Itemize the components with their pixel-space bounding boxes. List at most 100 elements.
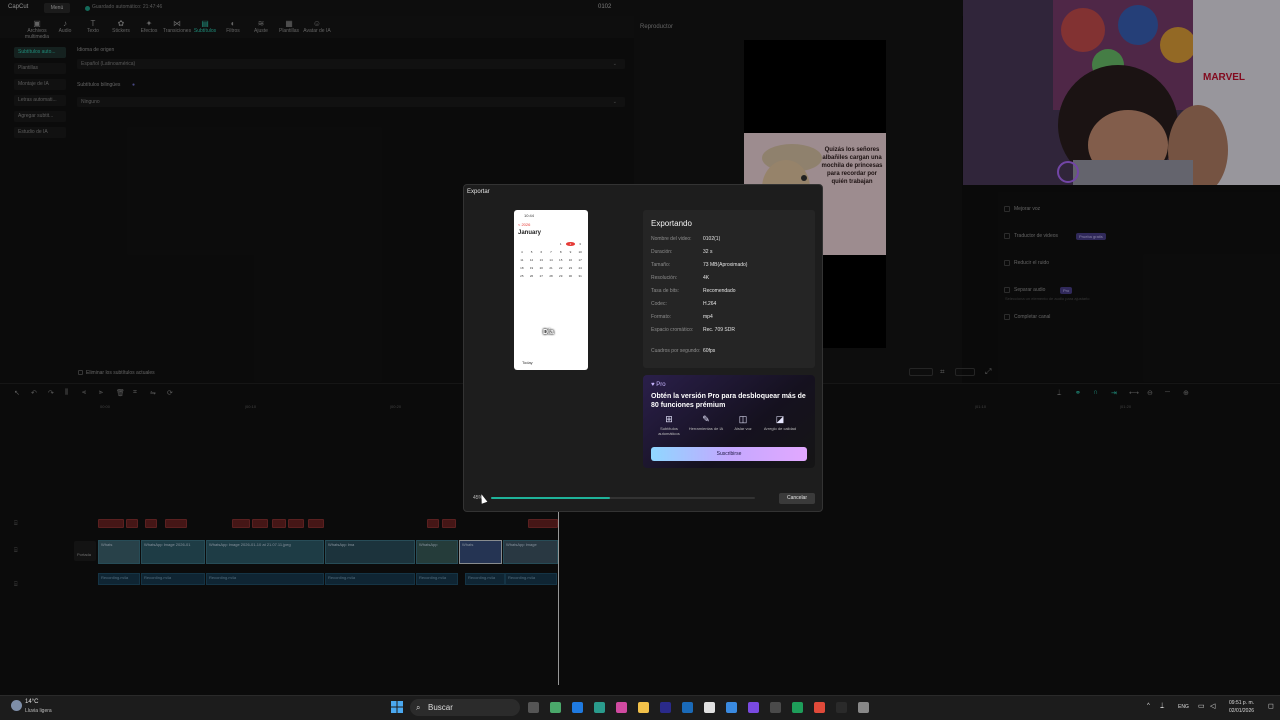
- export-detail-key: Nombre del video:: [651, 236, 692, 242]
- calendar-day: 5: [530, 250, 533, 254]
- store-icon[interactable]: [594, 702, 605, 713]
- export-detail-value: mp4: [703, 314, 713, 320]
- pro-feature-label: Aislar voz: [734, 426, 752, 431]
- export-detail-key: Tamaño:: [651, 262, 671, 268]
- calendar-day: 15: [559, 258, 563, 262]
- export-progress-fill: [491, 497, 610, 499]
- ai-tools-icon: ✎: [702, 414, 710, 424]
- network-icon[interactable]: ▭: [1198, 702, 1205, 710]
- export-detail-value: H.264: [703, 301, 717, 307]
- calendar-day: 17: [578, 258, 582, 262]
- discord-icon[interactable]: [748, 702, 759, 713]
- calendar-day: 2: [565, 242, 576, 246]
- export-detail-key: Resolución:: [651, 275, 678, 281]
- export-detail-value: 60fps: [703, 348, 716, 354]
- calendar-day: 14: [549, 258, 553, 262]
- preview-caption: Día: [543, 329, 554, 336]
- pro-headline: Obtén la versión Pro para desbloquear má…: [651, 393, 806, 410]
- pro-feature: ⊞ Subtítulos automáticos: [650, 414, 688, 436]
- diamond-icon: ♥: [651, 382, 655, 388]
- weather-icon[interactable]: [11, 700, 22, 711]
- capcut-icon[interactable]: [704, 702, 715, 713]
- export-dialog-title: Exportar: [467, 189, 490, 195]
- export-detail-value: 0102(1): [703, 236, 721, 242]
- edge-icon[interactable]: [572, 702, 583, 713]
- export-detail-value: Rec. 709 SDR: [703, 327, 735, 333]
- calendar-day: [546, 242, 556, 246]
- steam-icon[interactable]: [682, 702, 693, 713]
- pro-feature: ✎ Herramientas de IA: [687, 414, 725, 431]
- export-detail-key: Tasa de bits:: [651, 288, 680, 294]
- calendar-day: 7: [550, 250, 552, 254]
- export-detail-value: Recomendado: [703, 288, 736, 294]
- weather-temperature[interactable]: 14°C: [25, 699, 38, 705]
- calendar-day: 20: [539, 266, 543, 270]
- calendar-day: 16: [568, 258, 573, 262]
- calendar-day: 12: [529, 258, 534, 262]
- notification-icon[interactable]: ◻: [1268, 702, 1274, 710]
- calendar-day: 22: [559, 266, 563, 270]
- copilot-icon[interactable]: [550, 702, 561, 713]
- calendar-day: 23: [568, 266, 573, 270]
- export-detail-key: Espacio cromático:: [651, 327, 694, 333]
- export-detail-value: 32 s: [703, 249, 713, 255]
- export-detail-value: 4K: [703, 275, 710, 281]
- calendar-day: 31: [578, 274, 582, 278]
- explorer-icon[interactable]: [638, 702, 649, 713]
- windows-start-icon[interactable]: [391, 701, 403, 713]
- search-placeholder: Buscar: [428, 703, 453, 712]
- settings-icon[interactable]: [770, 702, 781, 713]
- calendar-day: 28: [549, 274, 553, 278]
- widget-icon[interactable]: [616, 702, 627, 713]
- taskbar-search[interactable]: ⌕ Buscar: [410, 699, 520, 716]
- subscribe-button[interactable]: Suscribirse: [651, 447, 807, 461]
- chrome-icon[interactable]: [726, 702, 737, 713]
- calendar-day: 1: [559, 242, 562, 246]
- volume-icon[interactable]: ◁: [1210, 702, 1215, 710]
- terminal-icon[interactable]: [836, 702, 847, 713]
- calendar-day: 19: [529, 266, 534, 270]
- export-status-heading: Exportando: [651, 219, 692, 228]
- calendar-day: 6: [540, 250, 543, 254]
- calendar-day: 29: [559, 274, 563, 278]
- calendar-day: 4: [521, 250, 523, 254]
- clock-time[interactable]: 09:51 p. m.: [1229, 700, 1254, 706]
- clock-date[interactable]: 02/01/2026: [1229, 708, 1254, 714]
- pro-tag-label: Pro: [656, 382, 666, 388]
- calendar-day: 10: [578, 250, 582, 254]
- task-view-icon[interactable]: [528, 702, 539, 713]
- calendar-day: 9: [569, 250, 572, 254]
- pro-feature-label: Arreglo de calidad: [763, 426, 797, 431]
- whatsapp-icon[interactable]: [792, 702, 803, 713]
- captions-grid-icon: ⊞: [665, 414, 673, 424]
- usb-icon[interactable]: [858, 702, 869, 713]
- today-link: Today: [522, 360, 533, 365]
- export-detail-key: Formato:: [651, 314, 672, 320]
- weather-description[interactable]: Lluvia ligera: [25, 708, 52, 714]
- app-red-icon[interactable]: [814, 702, 825, 713]
- calendar-day: 25: [520, 274, 524, 278]
- calendar-day: [527, 242, 537, 246]
- calendar-day: 27: [539, 274, 543, 278]
- pro-feature: ◪ Arreglo de calidad: [761, 414, 799, 431]
- teams-icon[interactable]: [660, 702, 671, 713]
- calendar-month: January: [518, 230, 542, 236]
- microphone-icon[interactable]: ⍊: [1160, 702, 1164, 710]
- calendar-day: 26: [529, 274, 534, 278]
- export-detail-key: Codec:: [651, 301, 667, 307]
- export-detail-key: Duración:: [651, 249, 673, 255]
- pro-feature-label: Subtítulos automáticos: [658, 426, 680, 437]
- pro-tag: ♥ Pro: [651, 382, 666, 388]
- chevron-up-icon[interactable]: ^: [1147, 703, 1150, 709]
- voice-isolate-icon: ◫: [738, 414, 748, 424]
- input-language[interactable]: ENG: [1178, 704, 1189, 710]
- calendar-day: 13: [539, 258, 543, 262]
- calendar-day: 30: [568, 274, 573, 278]
- cancel-export-button[interactable]: Cancelar: [779, 493, 815, 504]
- calendar-day: [536, 242, 546, 246]
- pro-feature: ◫ Aislar voz: [724, 414, 762, 431]
- export-preview-thumbnail: 10:44 < 2026 January 1 2 3 4 5 6 7 8 9 10 11 12 13 14…: [514, 210, 588, 370]
- calendar-back-link: < 2026: [518, 222, 531, 227]
- calendar-day: 18: [520, 266, 524, 270]
- calendar-day: 21: [549, 266, 553, 270]
